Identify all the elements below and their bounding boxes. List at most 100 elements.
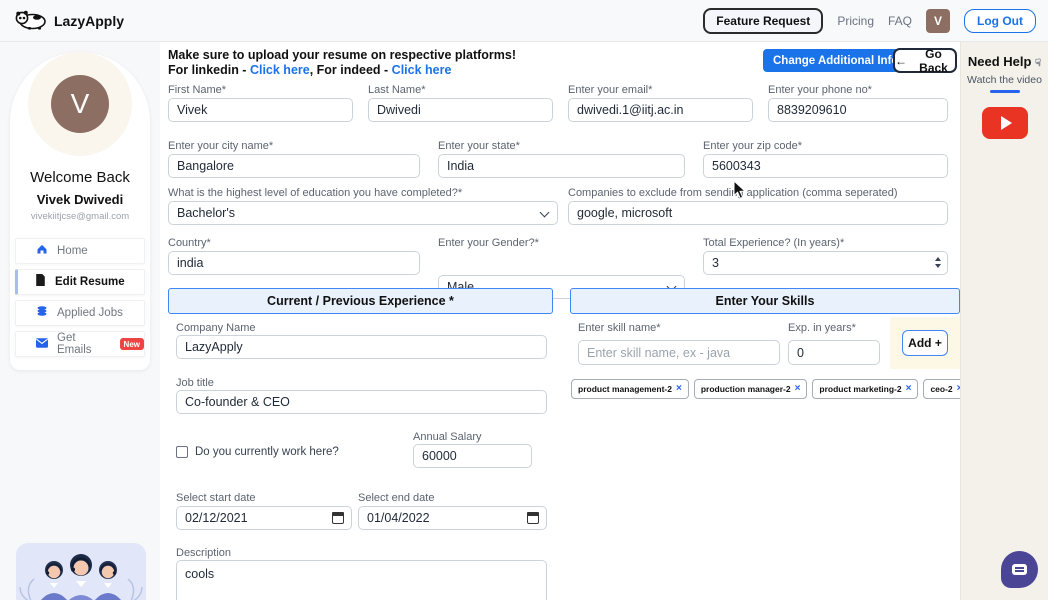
- gender-label: Enter your Gender?*: [438, 237, 539, 249]
- need-help-text: Need Help: [968, 54, 1032, 69]
- phone-field[interactable]: [768, 98, 948, 122]
- layers-icon: [36, 304, 48, 322]
- number-stepper-icon[interactable]: [935, 257, 941, 268]
- faq-link[interactable]: FAQ: [888, 14, 912, 28]
- topbar-avatar[interactable]: V: [926, 9, 950, 33]
- top-bar: LazyApply Feature Request Pricing FAQ V …: [0, 0, 1048, 42]
- go-back-button[interactable]: ← Go Back: [893, 48, 957, 73]
- start-date-field[interactable]: [176, 506, 352, 530]
- back-arrow-icon: ←: [895, 54, 907, 68]
- skill-tag: production manager-2 ×: [694, 379, 808, 399]
- skill-tag: ceo-2 ×: [923, 379, 960, 399]
- country-label: Country*: [168, 237, 211, 249]
- sidebar-item-label: Get Emails: [57, 332, 111, 356]
- sidebar-item-label: Applied Jobs: [57, 307, 123, 319]
- chat-widget-button[interactable]: [1001, 551, 1038, 588]
- skills-panel-header: Enter Your Skills: [570, 288, 960, 314]
- zip-label: Enter your zip code*: [703, 140, 802, 152]
- go-back-label: Go Back: [912, 47, 955, 75]
- company-name-field[interactable]: [176, 335, 547, 359]
- skill-exp-field[interactable]: [788, 340, 880, 365]
- remove-skill-icon[interactable]: ×: [795, 385, 801, 393]
- linkedin-click-here-link[interactable]: Click here: [250, 63, 310, 77]
- education-selected-value: Bachelor's: [177, 206, 235, 220]
- start-date-picker[interactable]: [176, 506, 352, 530]
- skill-tag-label: production manager-2: [701, 384, 791, 394]
- resume-notice-line2: For linkedin - Click here, For indeed - …: [168, 63, 451, 77]
- linkedin-prefix: For linkedin -: [168, 63, 250, 77]
- indeed-click-here-link[interactable]: Click here: [392, 63, 452, 77]
- skill-tag: product management-2 ×: [571, 379, 689, 399]
- city-label: Enter your city name*: [168, 140, 273, 152]
- sidebar-nav: Home Edit Resume: [10, 238, 150, 357]
- skill-name-field[interactable]: [578, 340, 780, 365]
- logout-button[interactable]: Log Out: [964, 9, 1036, 33]
- sidebar-item-home[interactable]: Home: [15, 238, 145, 264]
- watch-video-link[interactable]: Watch the video: [961, 74, 1048, 86]
- watch-video-underline: [990, 90, 1020, 93]
- sidebar-item-label: Edit Resume: [55, 276, 125, 288]
- job-title-label: Job title: [176, 377, 214, 389]
- skill-tag: product marketing-2 ×: [812, 379, 918, 399]
- document-icon: [35, 273, 46, 291]
- first-name-field[interactable]: [168, 98, 353, 122]
- remove-skill-icon[interactable]: ×: [906, 385, 912, 393]
- exclude-companies-label: Companies to exclude from sending applic…: [568, 187, 898, 199]
- user-email: vivekiitjcse@gmail.com: [10, 211, 150, 222]
- new-badge: New: [120, 338, 144, 350]
- end-date-label: Select end date: [358, 492, 434, 504]
- total-experience-label: Total Experience? (In years)*: [703, 237, 844, 249]
- phone-label: Enter your phone no*: [768, 84, 872, 96]
- profile-card: V Welcome Back Vivek Dwivedi vivekiitjcs…: [10, 52, 150, 370]
- pricing-link[interactable]: Pricing: [837, 14, 874, 28]
- remove-skill-icon[interactable]: ×: [676, 385, 682, 393]
- skill-tags: product management-2 × production manage…: [571, 379, 960, 399]
- skill-tag-label: ceo-2: [930, 384, 952, 394]
- chevron-down-icon: [540, 208, 550, 218]
- brand-name: LazyApply: [54, 13, 124, 29]
- user-name: Vivek Dwivedi: [10, 192, 150, 207]
- annual-salary-label: Annual Salary: [413, 431, 482, 443]
- total-experience-stepper[interactable]: [703, 251, 948, 275]
- change-additional-info-button[interactable]: Change Additional Info: [763, 49, 908, 72]
- sidebar-item-get-emails[interactable]: Get Emails New: [15, 331, 145, 357]
- experience-panel-header: Current / Previous Experience *: [168, 288, 553, 314]
- sidebar-avatar: V: [51, 75, 109, 133]
- annual-salary-field[interactable]: [413, 444, 532, 468]
- feature-request-button[interactable]: Feature Request: [703, 8, 823, 34]
- add-skill-button[interactable]: Add +: [902, 330, 948, 356]
- email-field[interactable]: [568, 98, 753, 122]
- education-select[interactable]: Bachelor's: [168, 201, 558, 225]
- youtube-play-button[interactable]: [982, 107, 1028, 139]
- calendar-icon[interactable]: [527, 512, 539, 524]
- total-experience-field[interactable]: [703, 251, 948, 275]
- sidebar-item-label: Home: [57, 245, 88, 257]
- description-field[interactable]: [176, 560, 547, 600]
- education-label: What is the highest level of education y…: [168, 187, 462, 199]
- support-team-illustration: [16, 543, 146, 600]
- state-label: Enter your state*: [438, 140, 520, 152]
- job-title-field[interactable]: [176, 390, 547, 414]
- sidebar-item-applied-jobs[interactable]: Applied Jobs: [15, 300, 145, 326]
- end-date-field[interactable]: [358, 506, 547, 530]
- country-field[interactable]: [168, 251, 420, 275]
- calendar-icon[interactable]: [332, 512, 344, 524]
- skill-tag-label: product management-2: [578, 384, 672, 394]
- city-field[interactable]: [168, 154, 420, 178]
- exclude-companies-field[interactable]: [568, 201, 948, 225]
- mail-icon: [36, 335, 48, 353]
- last-name-label: Last Name*: [368, 84, 425, 96]
- lazyapply-app: LazyApply Feature Request Pricing FAQ V …: [0, 0, 1048, 600]
- pointer-down-icon: ☟: [1035, 58, 1041, 69]
- sidebar-item-edit-resume[interactable]: Edit Resume: [15, 269, 145, 295]
- state-field[interactable]: [438, 154, 685, 178]
- panda-logo-icon: [14, 9, 46, 33]
- current-work-checkbox[interactable]: [176, 446, 188, 458]
- end-date-picker[interactable]: [358, 506, 547, 530]
- zip-field[interactable]: [703, 154, 948, 178]
- top-right-group: Feature Request Pricing FAQ V Log Out: [703, 8, 1036, 34]
- brand[interactable]: LazyApply: [14, 9, 124, 33]
- last-name-field[interactable]: [368, 98, 553, 122]
- main-content: Make sure to upload your resume on respe…: [160, 42, 960, 600]
- need-help-title: Need Help ☟: [961, 54, 1048, 69]
